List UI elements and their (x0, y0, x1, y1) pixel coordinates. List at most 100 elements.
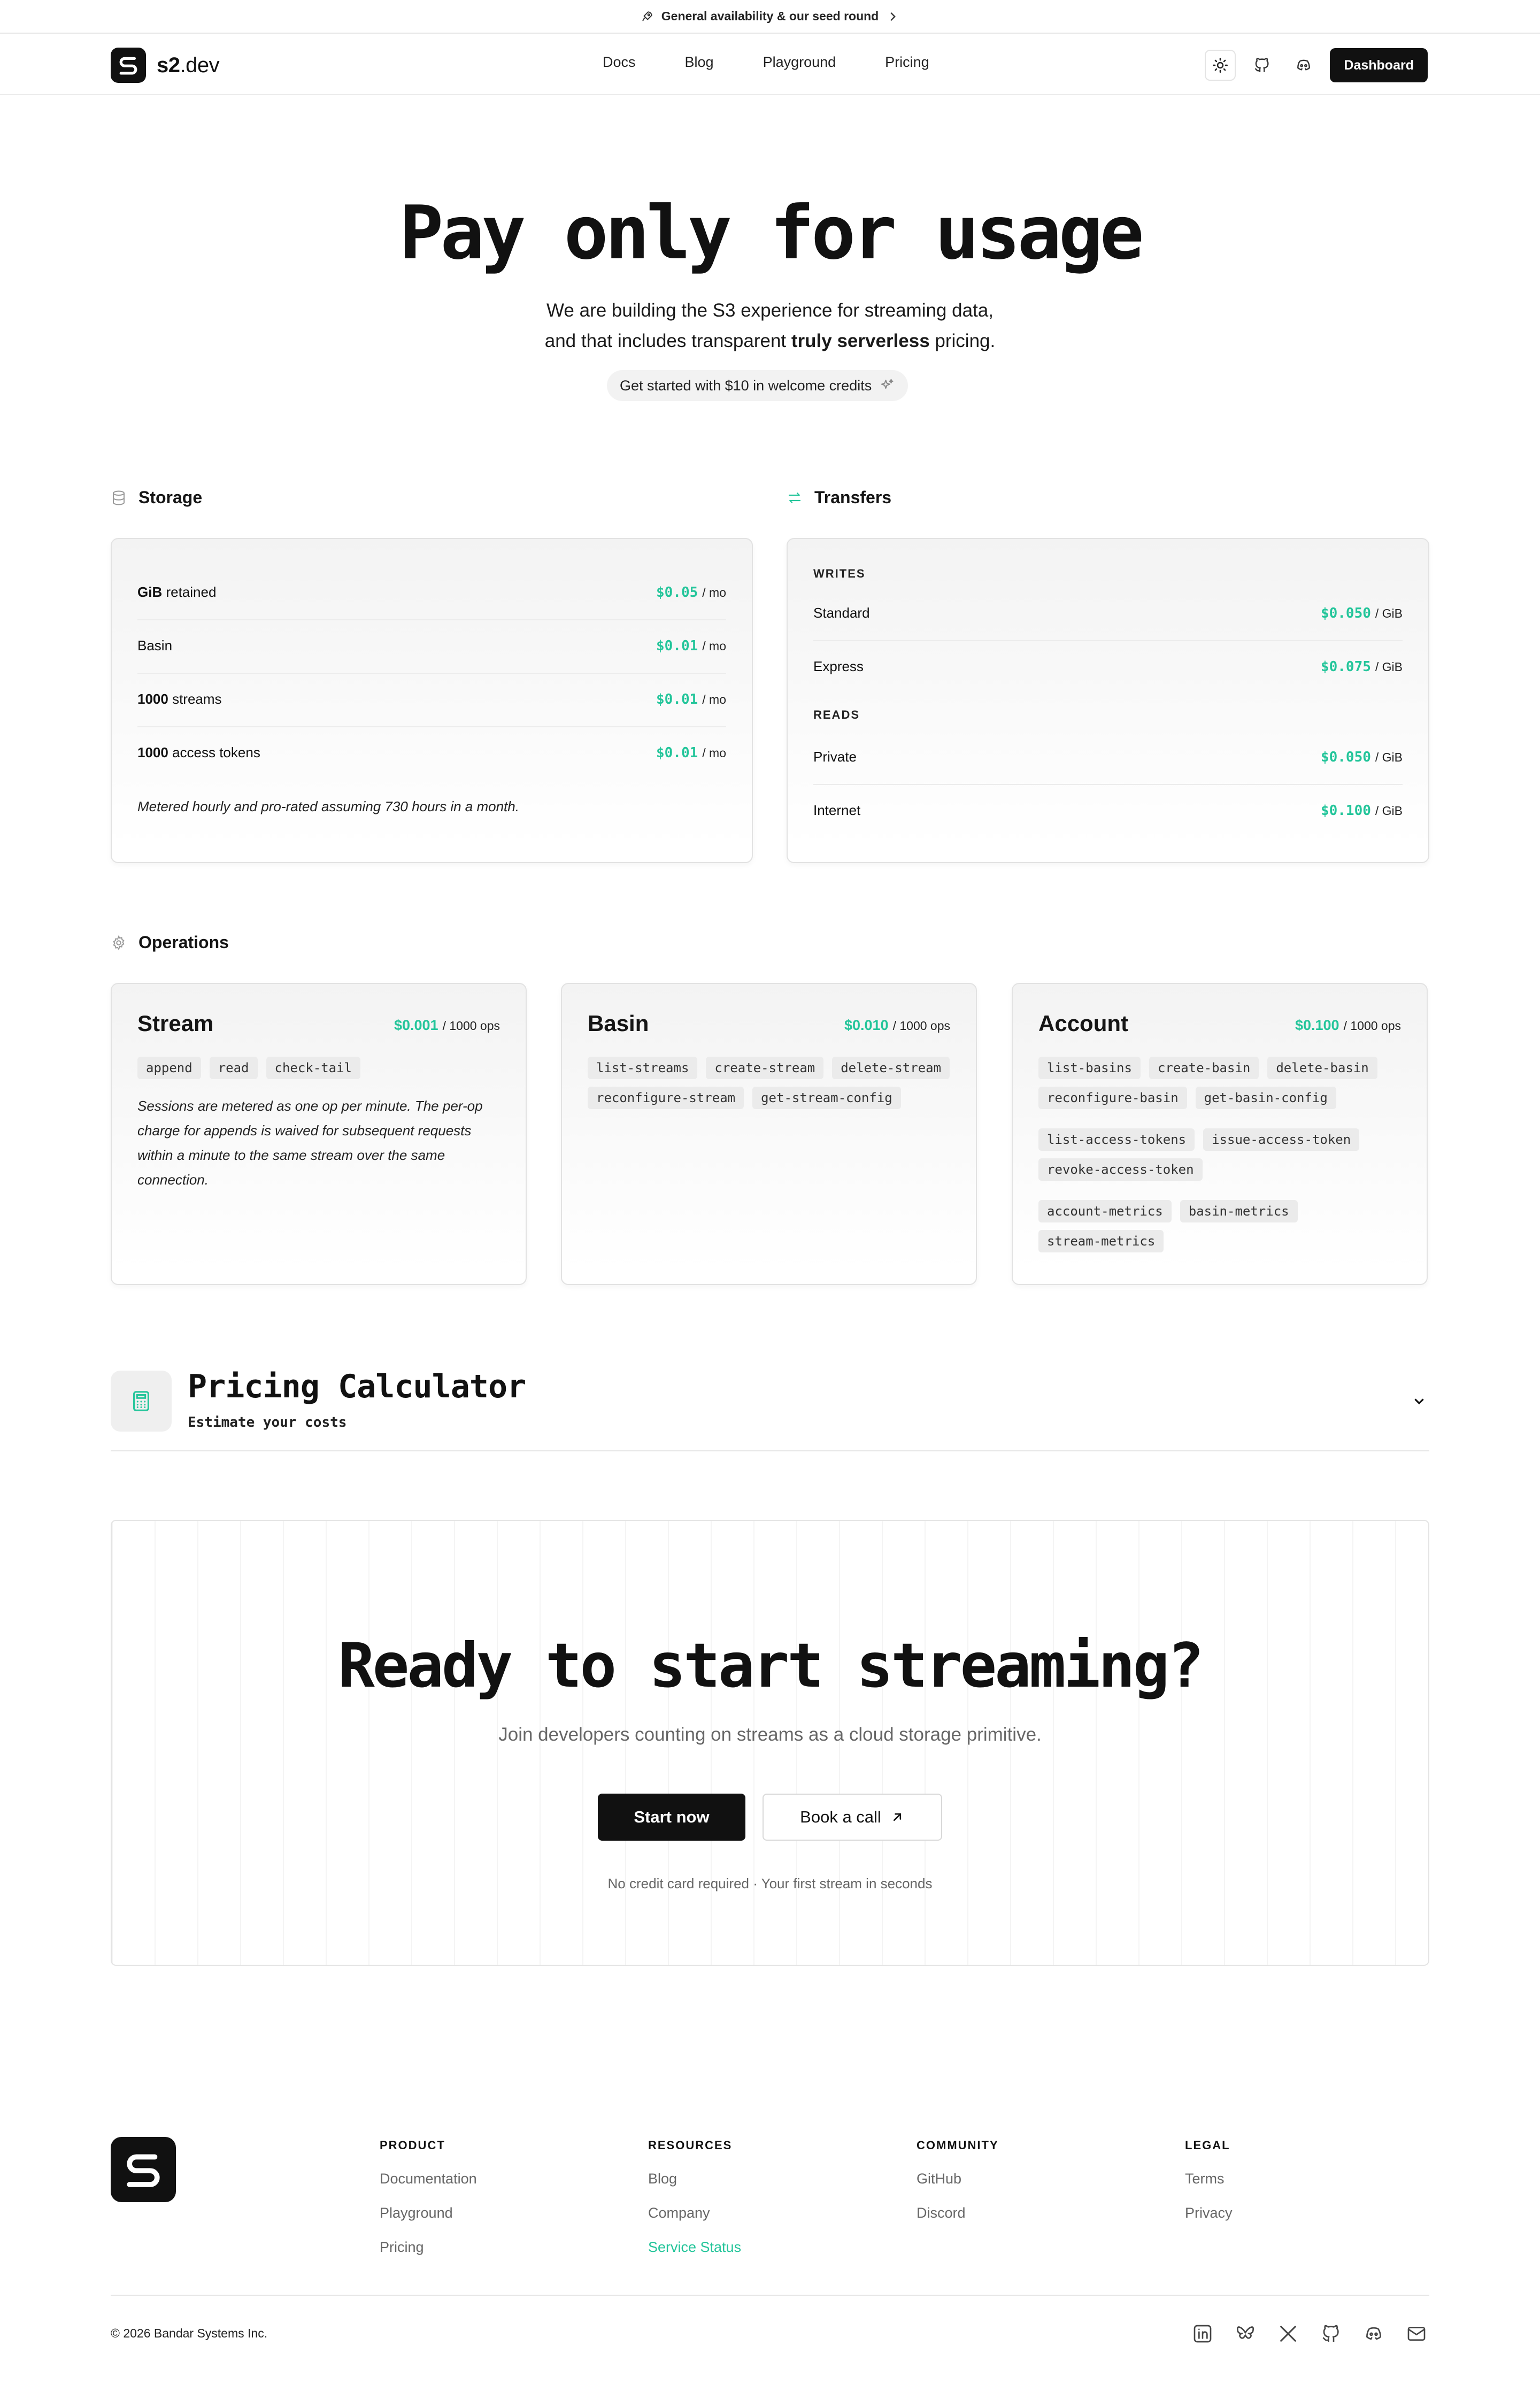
transfer-row: Standard $0.050/ GiB (813, 604, 1403, 621)
sun-icon (1213, 57, 1228, 73)
transfers-heading: Transfers (787, 488, 891, 507)
copyright: © 2026 Bandar Systems Inc. (111, 2326, 268, 2340)
account-token-tags: list-access-tokens issue-access-token re… (1038, 1128, 1405, 1181)
op-tag: create-basin (1149, 1057, 1259, 1079)
announcement-bar[interactable]: General availability & our seed round (0, 0, 1540, 34)
account-ops-title: Account (1038, 1011, 1128, 1036)
github-link[interactable] (1318, 2321, 1344, 2347)
storage-row: Basin $0.01/ mo (137, 637, 726, 654)
mail-icon (1407, 2327, 1426, 2341)
footer-heading: LEGAL (1185, 2139, 1230, 2152)
account-ops-card: Account $0.100/ 1000 ops list-basins cre… (1012, 983, 1428, 1285)
divider (111, 1450, 1429, 1451)
op-tag: get-basin-config (1195, 1087, 1336, 1109)
footer-link-documentation[interactable]: Documentation (380, 2171, 477, 2190)
nav-blog[interactable]: Blog (685, 54, 714, 71)
footer-link-pricing[interactable]: Pricing (380, 2239, 477, 2258)
op-tag: reconfigure-basin (1038, 1087, 1187, 1109)
stream-ops-card: Stream $0.001/ 1000 ops append read chec… (111, 983, 527, 1285)
footer-link-service-status[interactable]: Service Status (648, 2239, 741, 2258)
page-title: Pay only for usage (399, 190, 1144, 276)
discord-link[interactable] (1361, 2321, 1387, 2347)
chevron-down-icon[interactable] (1411, 1393, 1428, 1410)
welcome-credits-pill[interactable]: Get started with $10 in welcome credits (607, 370, 908, 401)
hero-line-2: and that includes transparent truly serv… (544, 330, 996, 351)
top-nav: s2.dev Docs Blog Playground Pricing Dash… (0, 34, 1540, 95)
storage-card: GiB retained $0.05/ mo Basin $0.01/ mo 1… (111, 538, 753, 863)
bluesky-link[interactable] (1233, 2321, 1258, 2347)
op-tag: list-streams (588, 1057, 698, 1079)
transfer-row: Internet $0.100/ GiB (813, 802, 1403, 819)
x-icon (1280, 2326, 1296, 2342)
brand-link[interactable]: s2.dev (111, 48, 220, 83)
nav-pricing[interactable]: Pricing (885, 54, 929, 71)
basin-ops-card: Basin $0.010/ 1000 ops list-streams crea… (561, 983, 977, 1285)
cta-buttons: Start now Book a call (112, 1794, 1428, 1841)
theme-toggle-button[interactable] (1205, 50, 1236, 81)
x-link[interactable] (1275, 2321, 1301, 2347)
footer-column-community: COMMUNITY GitHub Discord (917, 2139, 999, 2239)
writes-label: WRITES (813, 567, 866, 580)
op-tag: append (137, 1057, 201, 1079)
op-tag: read (209, 1057, 258, 1079)
op-tag: delete-basin (1267, 1057, 1377, 1079)
footer-link-playground[interactable]: Playground (380, 2205, 477, 2224)
calculator-icon-box (111, 1371, 172, 1432)
transfer-row: Express $0.075/ GiB (813, 658, 1403, 675)
footer-link-company[interactable]: Company (648, 2205, 741, 2224)
footer-heading: PRODUCT (380, 2139, 445, 2152)
cta-footnote: No credit card required · Your first str… (607, 1875, 933, 1891)
footer-link-github[interactable]: GitHub (917, 2171, 999, 2190)
welcome-credits-text: Get started with $10 in welcome credits (620, 377, 872, 394)
footer-logo[interactable] (111, 2137, 176, 2202)
footer-link-privacy[interactable]: Privacy (1185, 2205, 1233, 2224)
chevron-right-icon (890, 12, 896, 21)
s2-logo-icon (127, 2154, 160, 2187)
nav-playground[interactable]: Playground (763, 54, 836, 71)
social-links (1190, 2321, 1429, 2347)
cta-subtitle: Join developers counting on streams as a… (498, 1724, 1042, 1745)
operations-heading: Operations (111, 933, 229, 952)
footer-link-terms[interactable]: Terms (1185, 2171, 1233, 2190)
dashboard-button[interactable]: Dashboard (1330, 48, 1428, 82)
hero-subtitle: We are building the S3 experience for st… (0, 295, 1540, 356)
arrow-up-right-icon (893, 1813, 901, 1821)
github-icon (1322, 2325, 1339, 2342)
hero-line-1: We are building the S3 experience for st… (546, 300, 994, 321)
nav-docs[interactable]: Docs (603, 54, 636, 71)
footer-heading: COMMUNITY (917, 2139, 999, 2152)
calculator-subtitle: Estimate your costs (188, 1414, 347, 1431)
storage-note: Metered hourly and pro-rated assuming 73… (137, 798, 519, 814)
linkedin-link[interactable] (1190, 2321, 1215, 2347)
op-tag: reconfigure-stream (588, 1087, 744, 1109)
storage-row: 1000 access tokens $0.01/ mo (137, 744, 726, 761)
transfer-arrows-icon (788, 492, 801, 503)
divider (111, 2295, 1429, 2296)
op-tag: get-stream-config (752, 1087, 901, 1109)
stream-ops-tags: append read check-tail (137, 1057, 504, 1079)
s2-logo-icon (111, 48, 146, 83)
mail-link[interactable] (1404, 2321, 1429, 2347)
footer-column-legal: LEGAL Terms Privacy (1185, 2139, 1233, 2239)
bluesky-icon (1237, 2326, 1254, 2339)
sparkles-icon (881, 379, 894, 389)
storage-heading: Storage (111, 488, 202, 507)
discord-icon (1297, 59, 1311, 71)
account-ops-tags: list-basins create-basin delete-basin re… (1038, 1057, 1405, 1109)
nav-links: Docs Blog Playground Pricing (603, 54, 979, 71)
discord-icon (1366, 2327, 1381, 2340)
op-tag: basin-metrics (1180, 1200, 1298, 1222)
github-button[interactable] (1246, 50, 1277, 81)
footer-column-resources: RESOURCES Blog Company Service Status (648, 2139, 741, 2273)
gear-icon (113, 935, 125, 950)
book-call-button[interactable]: Book a call (763, 1794, 942, 1841)
op-tag: list-basins (1038, 1057, 1141, 1079)
start-now-button[interactable]: Start now (598, 1794, 745, 1841)
op-tag: stream-metrics (1038, 1230, 1164, 1252)
footer-link-blog[interactable]: Blog (648, 2171, 741, 2190)
footer-link-discord[interactable]: Discord (917, 2205, 999, 2224)
discord-button[interactable] (1288, 50, 1319, 81)
stream-ops-price: $0.001/ 1000 ops (394, 1017, 500, 1033)
op-tag: issue-access-token (1203, 1128, 1360, 1151)
calculator-title[interactable]: Pricing Calculator (188, 1368, 526, 1405)
